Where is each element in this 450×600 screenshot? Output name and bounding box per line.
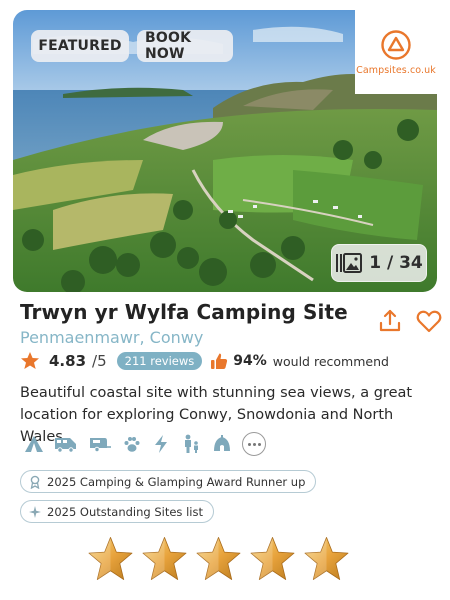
star-rating-display [86, 535, 356, 587]
pets-icon[interactable] [122, 434, 142, 454]
recommend-percentage: 94% [233, 353, 267, 369]
rating-max: /5 [92, 352, 107, 370]
award-badge-runner-up[interactable]: 2025 Camping & Glamping Award Runner up [20, 470, 317, 493]
gold-star-icon [250, 537, 295, 580]
electric-hookup-icon[interactable] [152, 434, 170, 454]
motorhome-icon[interactable] [54, 435, 78, 453]
photo-gallery-button[interactable]: 1 / 34 [331, 244, 427, 282]
sparkle-icon [29, 505, 41, 518]
award-badge-outstanding[interactable]: 2025 Outstanding Sites list [20, 500, 214, 523]
gold-star-icon [196, 537, 241, 580]
rating-value: 4.83 [49, 352, 87, 370]
award-label: 2025 Outstanding Sites list [47, 504, 203, 519]
caravan-icon[interactable] [88, 435, 112, 453]
gold-star-icon [88, 537, 133, 580]
glamping-icon[interactable] [212, 434, 232, 454]
campsites-logo-icon [381, 29, 411, 60]
campsites-logo[interactable]: Campsites.co.uk [355, 10, 437, 94]
rating-row: 4.83 /5 211 reviews 94% would recommend [20, 350, 389, 372]
tent-icon[interactable] [24, 435, 44, 453]
amenities-row [24, 432, 276, 456]
recommend-label: would recommend [272, 353, 389, 369]
family-icon[interactable] [180, 434, 202, 454]
logo-text: Campsites.co.uk [356, 64, 436, 76]
site-title[interactable]: Trwyn yr Wylfa Camping Site [20, 300, 348, 324]
site-location[interactable]: Penmaenmawr, Conwy [20, 328, 203, 347]
thumbs-up-icon [211, 353, 228, 369]
favourite-heart-icon[interactable] [416, 309, 442, 333]
reviews-count-button[interactable]: 211 reviews [116, 352, 203, 370]
gold-star-icon [304, 537, 349, 580]
book-now-button[interactable]: BOOK NOW [137, 30, 233, 62]
gallery-icon [336, 253, 363, 273]
award-label: 2025 Camping & Glamping Award Runner up [47, 474, 306, 489]
featured-badge: FEATURED [31, 30, 129, 62]
more-amenities-button[interactable] [242, 432, 266, 456]
photo-count: 1 / 34 [369, 253, 423, 273]
gold-star-icon [142, 537, 187, 580]
rating-star-icon [21, 352, 39, 369]
share-icon[interactable] [378, 308, 402, 334]
award-ribbon-icon [30, 475, 40, 489]
